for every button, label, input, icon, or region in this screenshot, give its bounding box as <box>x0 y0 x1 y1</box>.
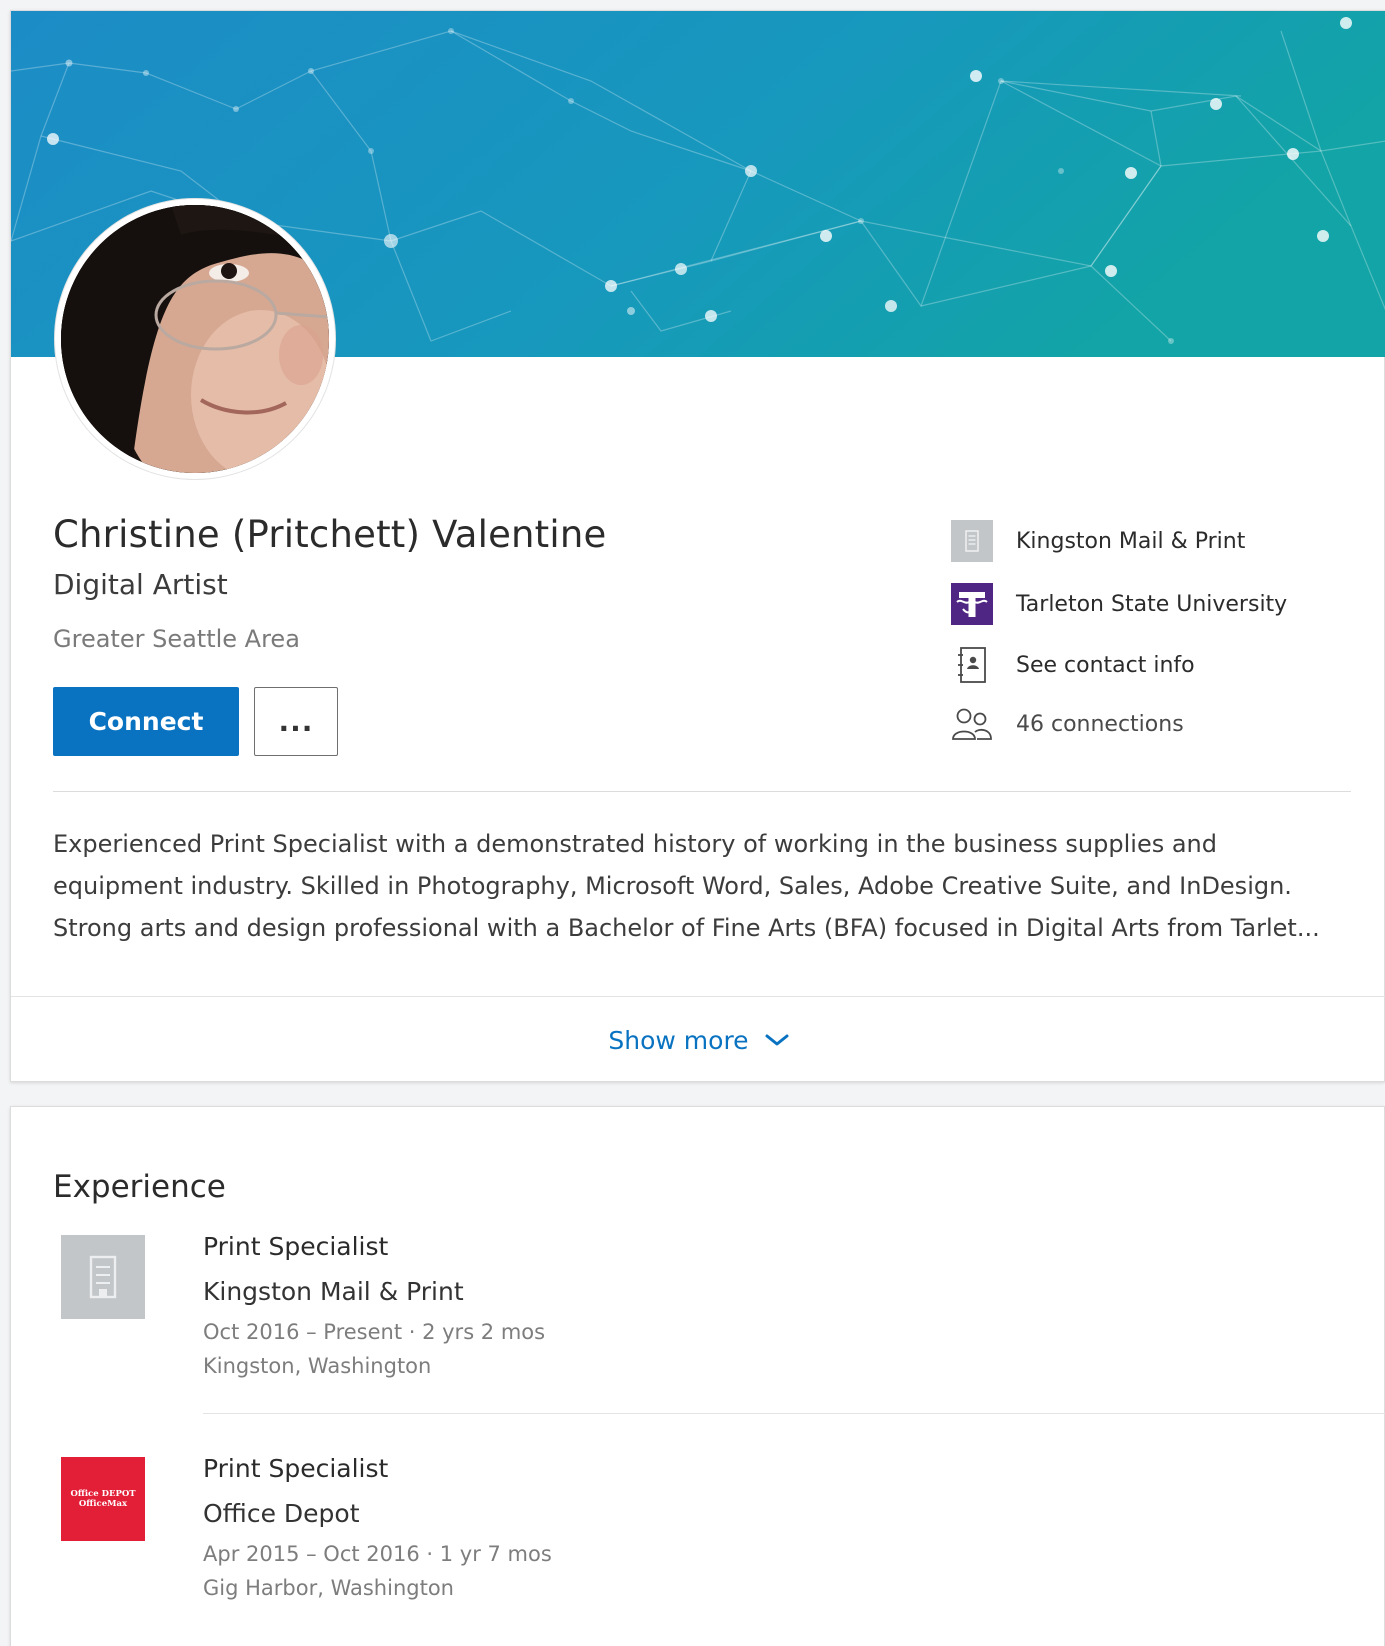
experience-card: Experience Print Specialist Kingston Mai… <box>10 1106 1385 1646</box>
summary-line: Experienced Print Specialist with a demo… <box>53 830 1217 858</box>
school-label: Tarleton State University <box>1016 591 1288 617</box>
experience-details: Print Specialist Office Depot Apr 2015 –… <box>203 1451 552 1605</box>
chevron-down-icon <box>765 1033 789 1047</box>
experience-divider <box>203 1413 1385 1414</box>
logo-text-line: OfficeMax <box>79 1499 128 1509</box>
connections-link[interactable]: 46 connections <box>950 701 1184 747</box>
profile-name: Christine (Pritchett) Valentine <box>53 513 607 556</box>
show-more-label: Show more <box>608 1025 749 1055</box>
job-title: Print Specialist <box>203 1454 389 1483</box>
job-location: Kingston, Washington <box>203 1354 432 1378</box>
job-location: Gig Harbor, Washington <box>203 1576 454 1600</box>
logo-text-line: Office DEPOT <box>70 1489 136 1499</box>
contact-card-icon <box>950 643 994 687</box>
company-name: Office Depot <box>203 1499 360 1528</box>
profile-headline: Digital Artist <box>53 568 228 601</box>
show-more-button[interactable]: Show more <box>11 997 1385 1083</box>
profile-photo-image <box>61 205 329 473</box>
school-link[interactable]: Tarleton State University <box>950 581 1287 627</box>
contact-info-label: See contact info <box>1016 652 1195 678</box>
current-company-link[interactable]: Kingston Mail & Print <box>950 518 1245 564</box>
people-icon <box>950 702 994 746</box>
summary-divider <box>53 791 1351 792</box>
experience-section-title: Experience <box>53 1169 226 1205</box>
employment-dates: Apr 2015 – Oct 2016 · 1 yr 7 mos <box>203 1542 552 1566</box>
connections-label: 46 connections <box>1016 711 1184 737</box>
connect-button[interactable]: Connect <box>53 687 239 756</box>
employment-dates: Oct 2016 – Present · 2 yrs 2 mos <box>203 1320 546 1344</box>
summary-line: Strong arts and design professional with… <box>53 914 1320 942</box>
profile-card: Christine (Pritchett) Valentine Digital … <box>10 10 1385 1082</box>
office-depot-logo: Office DEPOT OfficeMax <box>61 1457 145 1541</box>
school-logo-icon <box>950 582 994 626</box>
job-title: Print Specialist <box>203 1232 389 1261</box>
more-actions-button[interactable]: ... <box>254 687 338 756</box>
building-icon <box>950 519 994 563</box>
experience-details: Print Specialist Kingston Mail & Print O… <box>203 1229 545 1383</box>
profile-summary: Experienced Print Specialist with a demo… <box>53 823 1353 949</box>
profile-location: Greater Seattle Area <box>53 625 300 653</box>
summary-line: equipment industry. Skilled in Photograp… <box>53 872 1292 900</box>
current-company-label: Kingston Mail & Print <box>1016 528 1246 554</box>
company-name: Kingston Mail & Print <box>203 1277 464 1306</box>
profile-photo[interactable] <box>55 199 335 479</box>
building-placeholder-icon <box>61 1235 145 1319</box>
contact-info-link[interactable]: See contact info <box>950 642 1195 688</box>
